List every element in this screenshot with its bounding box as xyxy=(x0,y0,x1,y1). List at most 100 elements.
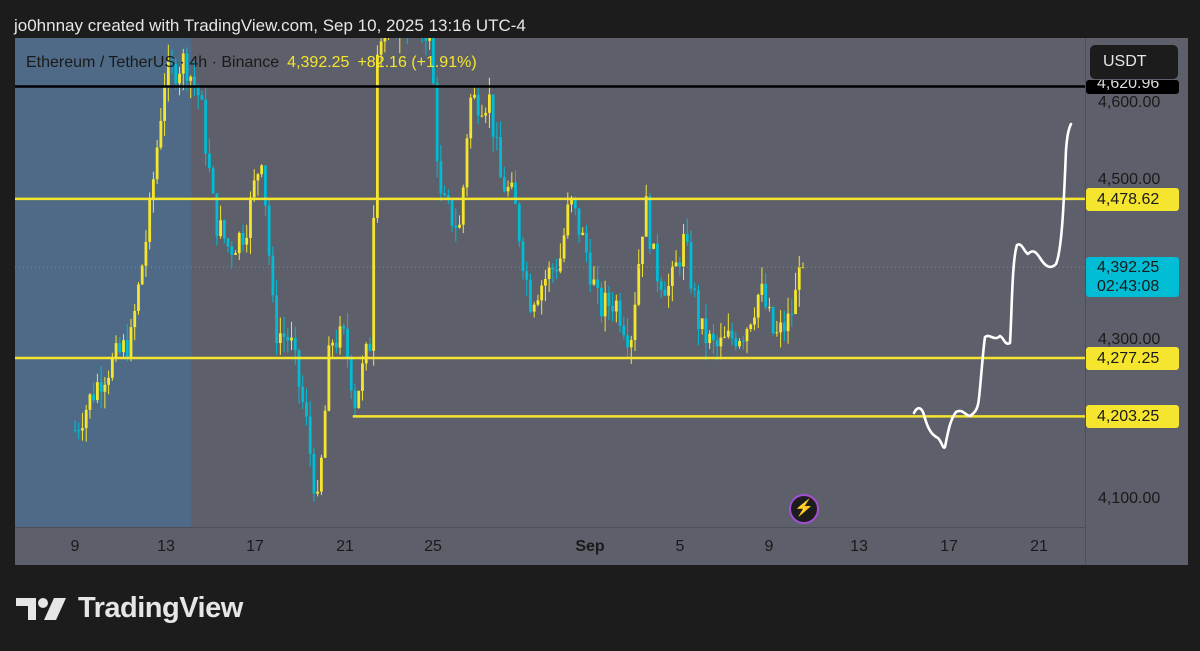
candle-down xyxy=(230,246,234,255)
candle-up xyxy=(361,363,364,391)
candle-up xyxy=(484,112,488,116)
last-price-value: 4,392.25 xyxy=(1097,259,1160,276)
candle-down xyxy=(73,430,77,432)
candle-up xyxy=(96,382,99,401)
candle-down xyxy=(395,13,398,37)
candle-up xyxy=(700,318,704,330)
last-price-tag: 4,392.25 02:43:08 xyxy=(1086,257,1179,297)
candle-up xyxy=(458,224,461,228)
candle-up xyxy=(786,313,790,332)
time-label: 5 xyxy=(675,538,685,555)
candle-up xyxy=(637,264,641,305)
candle-up xyxy=(144,241,148,266)
candle-up xyxy=(614,300,618,312)
candle-down xyxy=(656,243,659,282)
candle-down xyxy=(241,233,245,245)
candle-up xyxy=(320,457,323,492)
candle-up xyxy=(465,138,469,188)
currency-button[interactable]: USDT xyxy=(1090,45,1178,79)
time-label: 25 xyxy=(424,538,442,555)
candle-up xyxy=(510,182,514,187)
support-price-tag: 4,277.25 xyxy=(1086,347,1179,370)
candle-down xyxy=(577,208,581,235)
candle-down xyxy=(118,343,122,353)
candle-down xyxy=(734,338,738,347)
candle-down xyxy=(588,252,592,285)
candle-up xyxy=(417,12,420,23)
candle-down xyxy=(529,279,532,312)
candle-down xyxy=(551,267,555,270)
candle-down xyxy=(353,390,357,408)
candle-up xyxy=(540,285,544,301)
candle-down xyxy=(600,287,603,317)
candle-down xyxy=(439,161,443,194)
candle-up xyxy=(316,491,320,494)
candle-down xyxy=(193,76,196,86)
time-label: 21 xyxy=(336,538,354,555)
candle-up xyxy=(473,94,476,98)
candle-up xyxy=(122,340,125,353)
hand-drawn-projection xyxy=(912,122,1073,449)
candle-down xyxy=(618,300,622,326)
candle-down xyxy=(685,234,689,243)
candle-up xyxy=(723,336,726,338)
candle-up xyxy=(644,196,648,237)
candle-up xyxy=(219,220,222,237)
candle-down xyxy=(432,38,435,84)
candle-up xyxy=(592,279,596,285)
candle-up xyxy=(159,120,163,148)
candle-down xyxy=(305,402,308,417)
candle-down xyxy=(704,318,708,344)
candle-down xyxy=(77,430,81,432)
candle-up xyxy=(133,310,137,328)
candle-up xyxy=(372,217,376,351)
candle-up xyxy=(797,267,801,290)
candle-up xyxy=(641,236,644,265)
candle-up xyxy=(581,232,585,235)
candle-up xyxy=(252,180,256,198)
time-label: 9 xyxy=(764,538,774,555)
candle-up xyxy=(152,179,155,199)
candle-down xyxy=(659,281,663,290)
candle-up xyxy=(667,285,670,296)
candle-down xyxy=(663,289,667,296)
candle-up xyxy=(753,317,756,325)
time-label-month: Sep xyxy=(575,538,605,555)
candle-down xyxy=(99,382,103,392)
candle-down xyxy=(443,193,446,196)
candle-down xyxy=(521,241,525,272)
candle-up xyxy=(327,345,331,411)
price-tick: 4,500.00 xyxy=(1098,171,1161,188)
candle-up xyxy=(603,292,607,317)
candle-down xyxy=(125,340,129,358)
price-tick: 4,100.00 xyxy=(1098,490,1161,507)
candle-down xyxy=(402,13,405,28)
candle-down xyxy=(790,313,794,315)
candle-up xyxy=(544,279,547,286)
candle-up xyxy=(708,333,712,344)
candle-up xyxy=(760,283,764,295)
candle-down xyxy=(421,12,424,33)
candle-up xyxy=(260,165,264,175)
candle-up xyxy=(323,410,327,458)
candle-down xyxy=(607,292,611,307)
candle-down xyxy=(435,83,439,162)
candle-up xyxy=(148,198,152,242)
price-tick: 4,600.00 xyxy=(1098,94,1161,111)
time-label: 17 xyxy=(246,538,264,555)
candle-down xyxy=(450,199,454,226)
candle-down xyxy=(312,453,316,494)
time-label: 13 xyxy=(850,538,868,555)
candle-up xyxy=(107,377,110,385)
candle-up xyxy=(756,294,760,318)
time-label: 21 xyxy=(1030,538,1048,555)
candle-up xyxy=(410,15,413,34)
candle-down xyxy=(622,325,626,336)
candle-down xyxy=(648,196,652,249)
candle-up xyxy=(488,94,491,113)
candle-down xyxy=(424,38,428,41)
resistance-price-tag: 4,478.62 xyxy=(1086,188,1179,211)
candle-down xyxy=(308,416,312,454)
candle-up xyxy=(129,327,133,358)
lightning-icon[interactable]: ⚡ xyxy=(789,494,819,524)
